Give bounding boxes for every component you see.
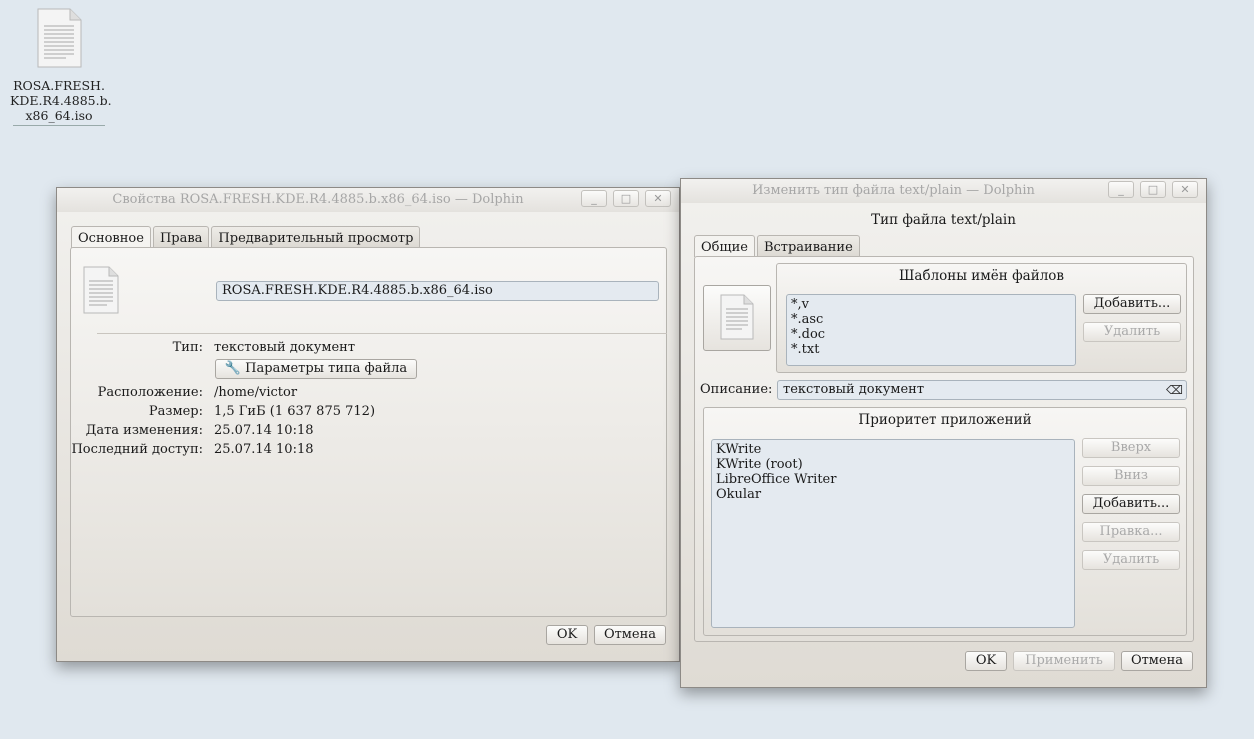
- description-label: Описание:: [700, 382, 773, 397]
- add-pattern-button[interactable]: Добавить...: [1083, 294, 1181, 314]
- general-panel: Шаблоны имён файлов *,v *.asc *.doc *.tx…: [694, 256, 1194, 642]
- tab-preview[interactable]: Предварительный просмотр: [211, 226, 421, 248]
- edit-titlebar[interactable]: Изменить тип файла text/plain — Dolphin …: [681, 179, 1206, 203]
- accessed-value: 25.07.14 10:18: [214, 442, 314, 457]
- maximize-button[interactable]: □: [613, 190, 639, 207]
- window-title: Свойства ROSA.FRESH.KDE.R4.4885.b.x86_64…: [112, 192, 524, 207]
- tab-embedding[interactable]: Встраивание: [756, 235, 860, 257]
- size-label: Размер:: [148, 404, 203, 419]
- patterns-group: Шаблоны имён файлов *,v *.asc *.doc *.tx…: [776, 263, 1187, 373]
- minimize-button[interactable]: _: [1108, 181, 1134, 198]
- apply-button[interactable]: Применить: [1013, 651, 1115, 671]
- file-icon-button[interactable]: [703, 285, 771, 351]
- text-document-icon: [37, 8, 82, 68]
- desktop-file-label: ROSA.FRESH. KDE.R4.4885.b. x86_64.iso: [10, 78, 112, 123]
- size-value: 1,5 ГиБ (1 637 875 712): [214, 404, 376, 419]
- list-item[interactable]: KWrite (root): [716, 457, 1070, 472]
- properties-window: Свойства ROSA.FRESH.KDE.R4.4885.b.x86_64…: [56, 187, 680, 662]
- apps-list[interactable]: KWrite KWrite (root) LibreOffice Writer …: [711, 439, 1075, 628]
- list-item[interactable]: LibreOffice Writer: [716, 472, 1070, 487]
- window-title: Изменить тип файла text/plain — Dolphin: [752, 183, 1035, 198]
- close-button[interactable]: ✕: [1172, 181, 1198, 198]
- cancel-button[interactable]: Отмена: [594, 625, 666, 645]
- text-document-icon: [720, 294, 754, 340]
- move-down-button[interactable]: Вниз: [1082, 466, 1180, 486]
- filetype-heading: Тип файла text/plain: [871, 212, 1016, 228]
- list-item[interactable]: Okular: [716, 487, 1070, 502]
- type-label: Тип:: [172, 340, 203, 355]
- tab-general[interactable]: Общие: [694, 235, 755, 257]
- list-item[interactable]: *.txt: [791, 342, 1071, 357]
- patterns-title: Шаблоны имён файлов: [898, 268, 1064, 284]
- description-input[interactable]: текстовый документ ⌫: [777, 380, 1187, 400]
- move-up-button[interactable]: Вверх: [1082, 438, 1180, 458]
- text-document-icon: [83, 266, 119, 314]
- close-button[interactable]: ✕: [645, 190, 671, 207]
- edit-filetype-window: Изменить тип файла text/plain — Dolphin …: [680, 178, 1207, 688]
- general-panel: ROSA.FRESH.KDE.R4.4885.b.x86_64.iso Тип:…: [70, 247, 667, 617]
- maximize-button[interactable]: □: [1140, 181, 1166, 198]
- edit-app-button[interactable]: Правка...: [1082, 522, 1180, 542]
- patterns-list[interactable]: *,v *.asc *.doc *.txt: [786, 294, 1076, 366]
- ok-button[interactable]: OK: [546, 625, 588, 645]
- clear-text-icon[interactable]: ⌫: [1166, 382, 1183, 398]
- list-item[interactable]: *,v: [791, 297, 1071, 312]
- remove-pattern-button[interactable]: Удалить: [1083, 322, 1181, 342]
- list-item[interactable]: *.asc: [791, 312, 1071, 327]
- list-item[interactable]: KWrite: [716, 442, 1070, 457]
- accessed-label: Последний доступ:: [71, 442, 203, 457]
- list-item[interactable]: *.doc: [791, 327, 1071, 342]
- tab-permissions[interactable]: Права: [152, 226, 210, 248]
- filename-input[interactable]: ROSA.FRESH.KDE.R4.4885.b.x86_64.iso: [216, 281, 659, 301]
- tab-general[interactable]: Основное: [71, 226, 151, 248]
- location-label: Расположение:: [97, 385, 203, 400]
- desktop-file-iso[interactable]: ROSA.FRESH. KDE.R4.4885.b. x86_64.iso: [10, 8, 112, 126]
- location-value: /home/victor: [214, 385, 298, 400]
- app-priority-group: Приоритет приложений KWrite KWrite (root…: [703, 407, 1187, 636]
- properties-titlebar[interactable]: Свойства ROSA.FRESH.KDE.R4.4885.b.x86_64…: [57, 188, 679, 212]
- ok-button[interactable]: OK: [965, 651, 1007, 671]
- modified-value: 25.07.14 10:18: [214, 423, 314, 438]
- app-priority-title: Приоритет приложений: [858, 412, 1032, 428]
- remove-app-button[interactable]: Удалить: [1082, 550, 1180, 570]
- type-value: текстовый документ: [214, 340, 356, 355]
- cancel-button[interactable]: Отмена: [1121, 651, 1193, 671]
- minimize-button[interactable]: _: [581, 190, 607, 207]
- file-type-options-button[interactable]: 🔧 Параметры типа файла: [215, 359, 417, 379]
- add-app-button[interactable]: Добавить...: [1082, 494, 1180, 514]
- wrench-icon: 🔧: [224, 361, 242, 376]
- modified-label: Дата изменения:: [85, 423, 203, 438]
